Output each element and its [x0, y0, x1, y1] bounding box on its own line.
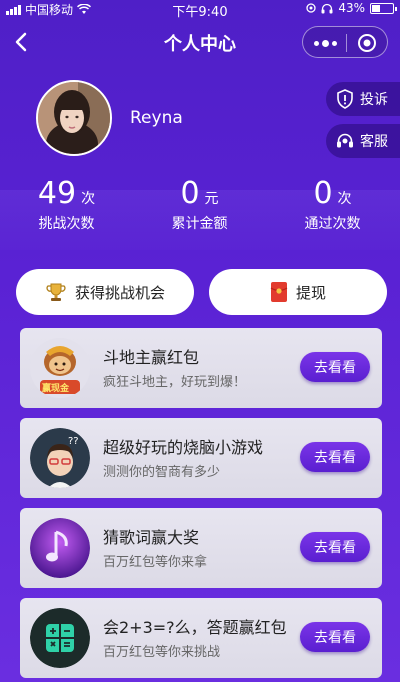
- status-bar: 中国移动 下午9:40 43%: [0, 0, 400, 20]
- nav-bar: 个人中心: [0, 20, 400, 64]
- service-label: 客服: [360, 134, 388, 150]
- list-item[interactable]: ?? 超级好玩的烧脑小游戏 测测你的智商有多少 去看看: [20, 418, 382, 498]
- stat-label: 通过次数: [304, 216, 361, 232]
- withdraw-label: 提现: [295, 283, 326, 302]
- capsule-divider: [346, 34, 347, 52]
- calculator-thumbnail: [30, 608, 90, 668]
- stat-total-amount: 0元 累计金额: [133, 176, 266, 233]
- svg-text:??: ??: [68, 436, 79, 447]
- card-title: 猜歌词赢大奖: [103, 528, 200, 547]
- stat-passes: 0次 通过次数: [266, 176, 399, 233]
- card-subtitle: 百万红包等你来挑战: [103, 645, 221, 660]
- stat-unit: 次: [81, 191, 96, 207]
- location-icon: [306, 2, 316, 13]
- trophy-icon: [46, 283, 66, 301]
- shield-exclamation-icon: [337, 89, 353, 109]
- avatar[interactable]: [36, 80, 112, 156]
- list-item[interactable]: 会2+3=?么，答题赢红包 百万红包等你来挑战 去看看: [20, 598, 382, 678]
- go-see-button[interactable]: 去看看: [300, 442, 370, 472]
- list-item[interactable]: 赢现金 斗地主赢红包 疯狂斗地主，好玩到爆！ 去看看: [20, 328, 382, 408]
- stat-label: 挑战次数: [38, 216, 95, 232]
- stat-value: 49: [37, 176, 77, 211]
- card-title: 超级好玩的烧脑小游戏: [103, 438, 264, 457]
- battery-icon: [370, 2, 397, 14]
- brain-game-thumbnail: ??: [30, 428, 90, 488]
- more-dots-icon[interactable]: [311, 35, 339, 51]
- stat-value: 0: [313, 176, 333, 211]
- go-see-button[interactable]: 去看看: [300, 352, 370, 382]
- stat-unit: 元: [204, 191, 219, 207]
- doudizhu-thumbnail: 赢现金: [30, 338, 90, 398]
- card-subtitle: 疯狂斗地主，好玩到爆！: [103, 375, 247, 390]
- headphone-icon: [321, 3, 333, 13]
- stat-challenges: 49 次 挑战次数: [0, 176, 133, 233]
- status-right: 43%: [306, 1, 397, 15]
- battery-percent: 43%: [338, 1, 365, 15]
- get-chance-button[interactable]: 获得挑战机会: [16, 269, 194, 315]
- withdraw-button[interactable]: 提现: [209, 269, 387, 315]
- service-button[interactable]: 客服: [326, 124, 400, 158]
- card-subtitle: 测测你的智商有多少: [103, 465, 221, 480]
- avatar-photo: [38, 82, 110, 154]
- headset-icon: [337, 133, 353, 148]
- card-title: 斗地主赢红包: [103, 348, 200, 367]
- complain-button[interactable]: 投诉: [326, 82, 400, 116]
- complain-label: 投诉: [360, 92, 388, 108]
- stat-value: 0: [180, 176, 200, 211]
- red-envelope-icon: [270, 282, 288, 302]
- go-see-button[interactable]: 去看看: [300, 532, 370, 562]
- music-note-thumbnail: [30, 518, 90, 578]
- stat-unit: 次: [337, 191, 352, 207]
- list-item[interactable]: 猜歌词赢大奖 百万红包等你来拿 去看看: [20, 508, 382, 588]
- card-subtitle: 百万红包等你来拿: [103, 555, 208, 570]
- stat-label: 累计金额: [171, 216, 228, 232]
- get-chance-label: 获得挑战机会: [74, 283, 165, 302]
- thumb-badge: 赢现金: [42, 384, 70, 394]
- mini-program-capsule: [302, 26, 388, 58]
- card-title: 会2+3=?么，答题赢红包: [103, 618, 287, 637]
- go-see-button[interactable]: 去看看: [300, 622, 370, 652]
- username: Reyna: [130, 108, 183, 128]
- target-close-icon[interactable]: [357, 33, 377, 53]
